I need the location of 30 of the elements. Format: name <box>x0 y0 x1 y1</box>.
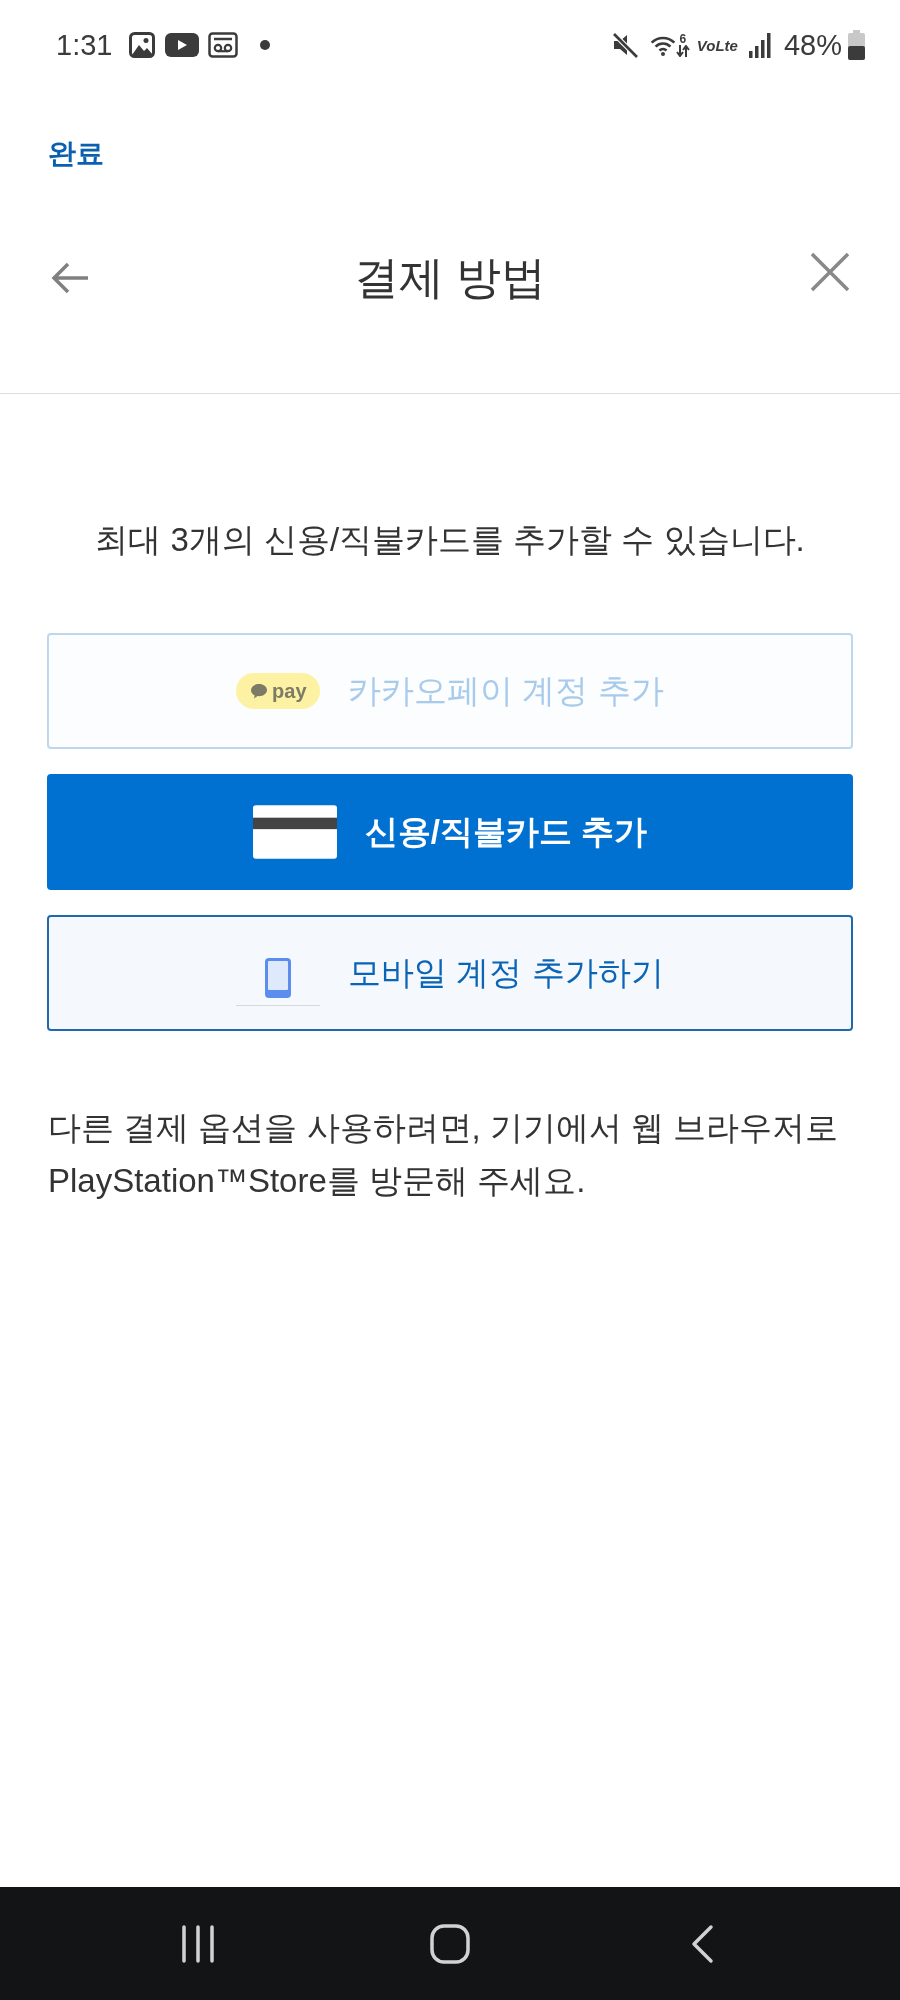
wifi-icon <box>650 34 675 56</box>
page-title: 결제 방법 <box>353 256 547 300</box>
battery-icon <box>847 30 866 60</box>
credit-card-icon <box>252 804 337 860</box>
pay-label: pay <box>272 679 307 703</box>
status-time: 1:31 <box>56 28 113 62</box>
notification-dot-icon <box>260 40 271 50</box>
volte-indicator: VoLte <box>696 36 738 54</box>
close-button[interactable] <box>810 252 850 292</box>
mute-icon <box>610 31 639 59</box>
add-mobile-account-button[interactable]: 모바일 계정 추가하기 <box>47 915 853 1031</box>
cassette-icon <box>208 32 239 58</box>
speech-bubble-icon <box>250 683 269 699</box>
card-limit-text: 최대 3개의 신용/직불카드를 추가할 수 있습니다. <box>94 520 806 560</box>
battery-percent: 48% <box>783 28 842 62</box>
wifi-generation-label: 6 <box>679 33 687 45</box>
smartphone-icon <box>265 958 292 998</box>
signal-icon <box>747 32 772 58</box>
video-play-icon <box>165 33 200 57</box>
back-icon[interactable] <box>690 1923 714 1964</box>
payment-options-note: 다른 결제 옵션을 사용하려면, 기기에서 웹 브라우저로 PlayStation™Store를 방문해 주세요. <box>48 1108 840 1201</box>
home-icon[interactable] <box>430 1923 470 1964</box>
back-button[interactable] <box>50 261 90 295</box>
recent-apps-icon[interactable] <box>180 1924 216 1963</box>
gallery-icon <box>129 32 156 58</box>
add-card-button[interactable]: 신용/직불카드 추가 <box>47 774 853 890</box>
close-icon <box>810 252 850 292</box>
back-arrow-icon <box>50 261 90 295</box>
done-link[interactable]: 완료 <box>48 138 104 169</box>
data-transfer-icon <box>675 45 690 57</box>
